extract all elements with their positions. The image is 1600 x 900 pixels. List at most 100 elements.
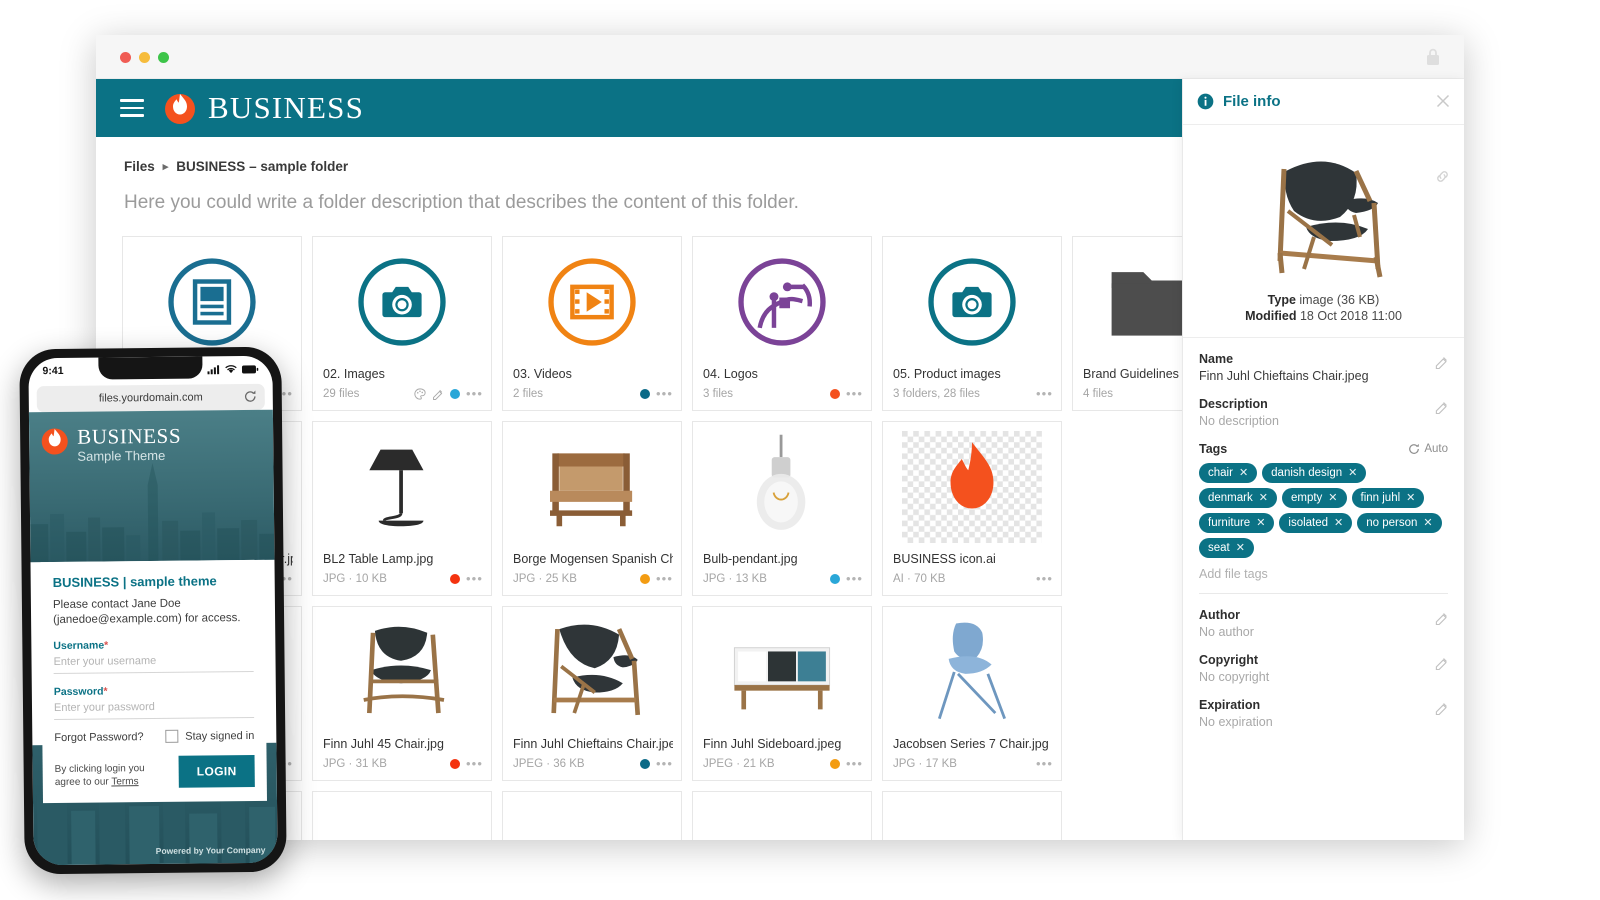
reload-icon[interactable] [244, 390, 257, 403]
status-badge[interactable] [830, 759, 841, 769]
folder-card[interactable]: 02. Images 29 files ••• [312, 236, 492, 411]
card-more-menu[interactable]: ••• [1036, 757, 1053, 770]
file-card[interactable]: Finn Juhl Chieftains Chair.jpeg JPEG · 36… [502, 606, 682, 781]
file-card[interactable] [882, 791, 1062, 840]
status-badge[interactable] [830, 574, 841, 584]
tag-chip[interactable]: empty ✕ [1281, 488, 1347, 508]
tag-label: empty [1290, 491, 1323, 504]
card-more-menu[interactable]: ••• [846, 572, 863, 585]
file-card[interactable]: Finn Juhl Sideboard.jpeg JPEG · 21 KB ••• [692, 606, 872, 781]
card-title: Bulb-pendant.jpg [703, 552, 798, 566]
file-card[interactable] [312, 791, 492, 840]
stay-signed-in-checkbox[interactable] [165, 729, 179, 743]
status-badge[interactable] [640, 759, 651, 769]
status-badge[interactable] [450, 759, 461, 769]
pencil-icon[interactable] [1435, 657, 1448, 670]
file-modified-label: Modified [1245, 309, 1297, 323]
phone-username-input[interactable]: Enter your username [53, 649, 254, 675]
tag-remove-icon[interactable]: ✕ [1334, 516, 1343, 529]
card-more-menu[interactable]: ••• [846, 387, 863, 400]
stay-signed-in-option[interactable]: Stay signed in [165, 729, 254, 743]
pencil-icon[interactable] [1435, 401, 1448, 414]
card-title: Jacobsen Series 7 Chair.jpg [893, 737, 1049, 751]
card-meta: Finn Juhl Chieftains Chair.jpeg JPEG · 36… [503, 736, 681, 780]
tag-chip[interactable]: chair ✕ [1199, 463, 1258, 483]
pencil-icon[interactable] [432, 388, 444, 400]
breadcrumb-current[interactable]: BUSINESS – sample folder [176, 159, 348, 174]
card-more-menu[interactable]: ••• [1036, 387, 1053, 400]
pencil-icon[interactable] [1435, 702, 1448, 715]
window-close-button[interactable] [120, 52, 131, 63]
tag-chip[interactable]: no person ✕ [1357, 513, 1442, 533]
field-expiration-label: Expiration [1199, 698, 1261, 712]
card-more-menu[interactable]: ••• [466, 572, 483, 585]
card-more-menu[interactable]: ••• [656, 387, 673, 400]
login-button[interactable]: LOGIN [178, 754, 255, 788]
battery-icon [241, 364, 259, 374]
file-card[interactable]: BUSINESS icon.ai AI · 70 KB ••• [882, 421, 1062, 596]
card-size-text: JPEG · 36 KB [513, 758, 585, 770]
close-icon[interactable] [1436, 94, 1450, 108]
card-action-icons: ••• [640, 387, 673, 400]
palette-icon[interactable] [414, 388, 426, 400]
folder-card[interactable]: 03. Videos 2 files ••• [502, 236, 682, 411]
tag-label: danish design [1271, 466, 1343, 479]
card-more-menu[interactable]: ••• [466, 387, 483, 400]
tag-chip[interactable]: furniture ✕ [1199, 513, 1275, 533]
tag-chip[interactable]: denmark ✕ [1199, 488, 1277, 508]
tag-remove-icon[interactable]: ✕ [1236, 541, 1245, 554]
breadcrumb-root[interactable]: Files [124, 159, 155, 174]
card-more-menu[interactable]: ••• [656, 757, 673, 770]
file-card[interactable]: Jacobsen Series 7 Chair.jpg JPG · 17 KB ••… [882, 606, 1062, 781]
pencil-icon[interactable] [1435, 356, 1448, 369]
file-card[interactable]: Finn Juhl 45 Chair.jpg JPG · 31 KB ••• [312, 606, 492, 781]
file-card[interactable] [502, 791, 682, 840]
card-more-menu[interactable]: ••• [846, 757, 863, 770]
tags-auto-button[interactable]: Auto [1408, 443, 1448, 455]
status-badge[interactable] [450, 389, 461, 399]
status-badge[interactable] [450, 574, 461, 584]
forgot-password-link[interactable]: Forgot Password? [54, 731, 143, 744]
card-subline: JPG · 10 KB ••• [323, 571, 483, 587]
card-more-menu[interactable]: ••• [1036, 572, 1053, 585]
phone-url-bar[interactable]: files.yourdomain.com [36, 383, 265, 413]
tag-chip[interactable]: seat ✕ [1199, 538, 1254, 558]
tag-remove-icon[interactable]: ✕ [1348, 466, 1357, 479]
tag-remove-icon[interactable]: ✕ [1256, 516, 1265, 529]
tag-remove-icon[interactable]: ✕ [1328, 491, 1337, 504]
tag-chip[interactable]: isolated ✕ [1279, 513, 1353, 533]
file-card[interactable] [692, 791, 872, 840]
window-minimize-button[interactable] [139, 52, 150, 63]
file-card[interactable]: BL2 Table Lamp.jpg JPG · 10 KB ••• [312, 421, 492, 596]
terms-link[interactable]: Terms [111, 776, 138, 787]
phone-password-label-text: Password [53, 685, 104, 699]
window-maximize-button[interactable] [158, 52, 169, 63]
tag-chip[interactable]: danish design ✕ [1262, 463, 1367, 483]
card-more-menu[interactable]: ••• [656, 572, 673, 585]
hamburger-icon[interactable] [120, 99, 144, 117]
status-badge[interactable] [640, 574, 651, 584]
tag-remove-icon[interactable]: ✕ [1259, 491, 1268, 504]
status-badge[interactable] [640, 389, 651, 399]
status-badge[interactable] [830, 389, 841, 399]
tag-remove-icon[interactable]: ✕ [1239, 466, 1248, 479]
pencil-icon[interactable] [1435, 612, 1448, 625]
phone-password-input[interactable]: Enter your password [53, 695, 255, 721]
file-card[interactable]: Bulb-pendant.jpg JPG · 13 KB ••• [692, 421, 872, 596]
add-file-tags-input[interactable]: Add file tags [1199, 567, 1448, 581]
tag-remove-icon[interactable]: ✕ [1406, 491, 1415, 504]
file-modified-line: Modified 18 Oct 2018 11:00 [1245, 309, 1402, 323]
tag-label: no person [1366, 516, 1418, 529]
file-card[interactable]: Borge Mogensen Spanish Chair.jpg JPG · 25… [502, 421, 682, 596]
link-icon[interactable] [1435, 169, 1450, 184]
card-more-menu[interactable]: ••• [466, 757, 483, 770]
folder-card[interactable]: 05. Product images 3 folders, 28 files ••• [882, 236, 1062, 411]
phone-login-row: By clicking login you agree to our Terms… [55, 754, 255, 789]
tag-chip[interactable]: finn juhl ✕ [1351, 488, 1425, 508]
card-subline: 29 files ••• [323, 386, 483, 402]
card-meta: 05. Product images 3 folders, 28 files ••• [883, 366, 1061, 410]
tag-remove-icon[interactable]: ✕ [1423, 516, 1432, 529]
card-subline: JPG · 31 KB ••• [323, 756, 483, 772]
folder-card[interactable]: 04. Logos 3 files ••• [692, 236, 872, 411]
terms-notice: By clicking login you agree to our Terms [55, 762, 165, 789]
